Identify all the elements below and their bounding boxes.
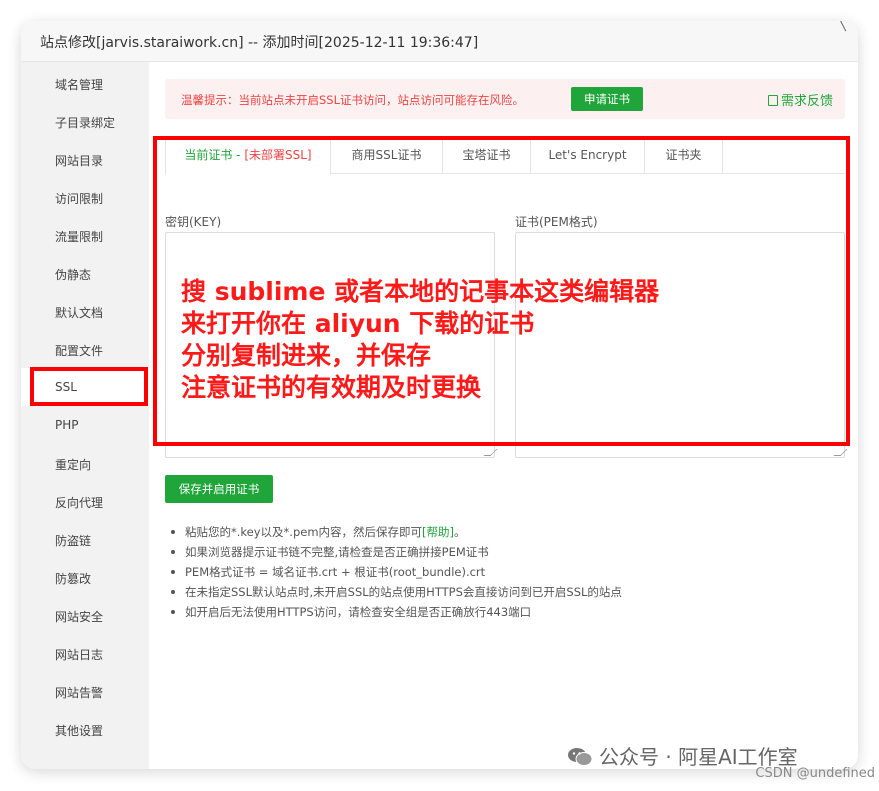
tab-bt-cert[interactable]: 宝塔证书: [443, 136, 531, 174]
sidebar-item-site-dir[interactable]: 网站目录: [21, 140, 149, 178]
sidebar-item-label: 网站安全: [55, 610, 104, 624]
sidebar-item-php[interactable]: PHP: [21, 406, 149, 444]
cert-field-label: 证书(PEM格式): [515, 215, 598, 229]
tab-lets-encrypt[interactable]: Let's Encrypt: [531, 136, 645, 174]
screenshot: 站点修改[jarvis.staraiwork.cn] -- 添加时间[2025-…: [0, 0, 879, 791]
sidebar-item-label: 网站日志: [55, 648, 104, 662]
ssl-panel: 温馨提示：当前站点未开启SSL证书访问，站点访问可能存在风险。 申请证书 需求反…: [149, 62, 858, 769]
sidebar-item-config[interactable]: 配置文件: [21, 330, 149, 368]
ssl-status-badge: [未部署SSL]: [244, 148, 312, 162]
sidebar-item-subdir[interactable]: 子目录绑定: [21, 102, 149, 140]
key-field-label: 密钥(KEY): [165, 215, 222, 229]
tab-current-cert[interactable]: 当前证书 - [未部署SSL]: [165, 136, 331, 175]
feedback-link[interactable]: 需求反馈: [767, 90, 833, 109]
wechat-icon: [568, 748, 593, 766]
list-item: 如果浏览器提示证书链不完整,请检查是否正确拼接PEM证书: [171, 542, 851, 562]
sidebar-item-traffic[interactable]: 流量限制: [21, 216, 149, 254]
tip-suffix: 。: [454, 525, 466, 539]
list-item: 如开启后无法使用HTTPS访问，请检查安全组是否正确放行443端口: [171, 602, 851, 622]
sidebar-item-label: 重定向: [55, 458, 92, 472]
annotation-line: 搜 sublime 或者本地的记事本这类编辑器: [181, 277, 660, 306]
sidebar-item-security[interactable]: 网站安全: [21, 596, 149, 634]
feedback-icon: [767, 95, 778, 106]
dialog-titlebar: 站点修改[jarvis.staraiwork.cn] -- 添加时间[2025-…: [21, 21, 858, 62]
tab-commercial-ssl[interactable]: 商用SSL证书: [331, 136, 443, 174]
apply-certificate-button[interactable]: 申请证书: [571, 87, 643, 111]
sidebar-item-label: 防盗链: [55, 534, 92, 548]
sidebar-item-logs[interactable]: 网站日志: [21, 634, 149, 672]
sidebar-item-hotlink[interactable]: 防盗链: [21, 520, 149, 558]
sidebar-item-label: 域名管理: [55, 78, 104, 92]
sidebar-item-label: 其他设置: [55, 724, 104, 738]
sidebar-item-domain[interactable]: 域名管理: [21, 64, 149, 102]
sidebar: 域名管理 子目录绑定 网站目录 访问限制 流量限制 伪静态 默认文档 配置文件 …: [21, 62, 149, 769]
annotation-line: 来打开你在 aliyun 下载的证书: [181, 309, 535, 338]
list-item: 在未指定SSL默认站点时,未开启SSL的站点使用HTTPS会直接访问到已开启SS…: [171, 582, 851, 602]
dialog-title: 站点修改[jarvis.staraiwork.cn] -- 添加时间[2025-…: [40, 35, 479, 51]
sidebar-item-label: 网站告警: [55, 686, 104, 700]
sidebar-item-alerts[interactable]: 网站告警: [21, 672, 149, 710]
sidebar-item-label: 配置文件: [55, 344, 104, 358]
ssl-warning-banner: 温馨提示：当前站点未开启SSL证书访问，站点访问可能存在风险。 申请证书 需求反…: [165, 79, 845, 119]
sidebar-item-label: 默认文档: [55, 306, 104, 320]
list-item: 粘贴您的*.key以及*.pem内容，然后保存即可[帮助]。: [171, 522, 851, 542]
sidebar-item-tamper[interactable]: 防篡改: [21, 558, 149, 596]
sidebar-item-ssl[interactable]: SSL: [21, 368, 149, 406]
sidebar-item-default-doc[interactable]: 默认文档: [21, 292, 149, 330]
sidebar-item-label: 访问限制: [55, 192, 104, 206]
sidebar-item-label: 伪静态: [55, 268, 92, 282]
tip-text: 粘贴您的*.key以及*.pem内容，然后保存即可: [185, 525, 423, 539]
warning-text: 温馨提示：当前站点未开启SSL证书访问，站点访问可能存在风险。: [181, 93, 525, 107]
sidebar-item-proxy[interactable]: 反向代理: [21, 482, 149, 520]
sidebar-item-label: 子目录绑定: [55, 116, 116, 130]
sidebar-item-redirect[interactable]: 重定向: [21, 444, 149, 482]
annotation-line: 注意证书的有效期及时更换: [181, 373, 482, 402]
sidebar-item-label: 流量限制: [55, 230, 104, 244]
annotation-text: 搜 sublime 或者本地的记事本这类编辑器 来打开你在 aliyun 下载的…: [181, 276, 659, 404]
sidebar-item-other[interactable]: 其他设置: [21, 710, 149, 748]
feedback-label: 需求反馈: [780, 94, 833, 109]
csdn-credit: CSDN @undefined: [755, 766, 875, 781]
help-link[interactable]: [帮助]: [422, 525, 454, 539]
sidebar-item-label: 网站目录: [55, 154, 104, 168]
tab-label: 当前证书 -: [184, 148, 245, 162]
sidebar-item-rewrite[interactable]: 伪静态: [21, 254, 149, 292]
close-icon[interactable]: ╲: [838, 21, 852, 32]
sidebar-item-access[interactable]: 访问限制: [21, 178, 149, 216]
cert-tabs: 当前证书 - [未部署SSL] 商用SSL证书 宝塔证书 Let's Encry…: [165, 136, 845, 175]
sidebar-item-label: 防篡改: [55, 572, 92, 586]
list-item: PEM格式证书 = 域名证书.crt + 根证书(root_bundle).cr…: [171, 562, 851, 582]
sidebar-item-label: PHP: [55, 418, 79, 432]
tips-list: 粘贴您的*.key以及*.pem内容，然后保存即可[帮助]。 如果浏览器提示证书…: [171, 522, 851, 622]
sidebar-item-label: SSL: [55, 380, 77, 394]
tab-cert-folder[interactable]: 证书夹: [645, 136, 723, 174]
sidebar-item-label: 反向代理: [55, 496, 104, 510]
save-enable-cert-button[interactable]: 保存并启用证书: [165, 475, 273, 503]
annotation-line: 分别复制进来，并保存: [181, 341, 432, 370]
